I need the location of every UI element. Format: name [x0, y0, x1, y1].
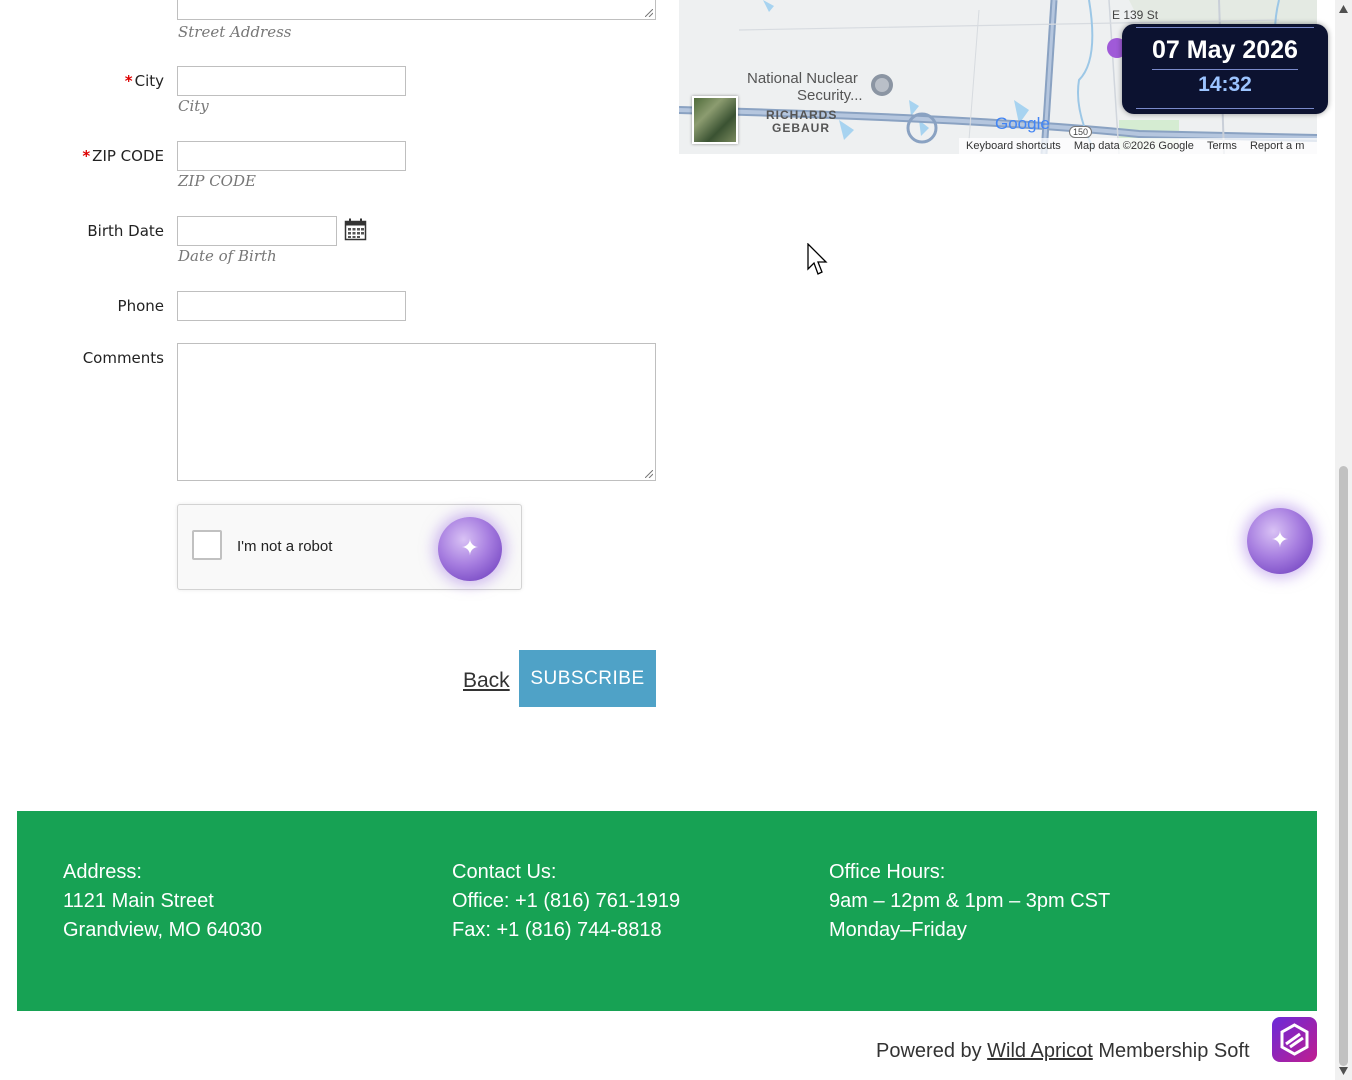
- keyboard-shortcuts-link[interactable]: Keyboard shortcuts: [966, 140, 1061, 152]
- map-place-label: National Nuclear: [747, 70, 858, 87]
- sparkle-icon[interactable]: ✦: [1247, 508, 1313, 574]
- powered-by: Powered by Wild Apricot Membership Soft: [876, 1040, 1250, 1062]
- phone-label: Phone: [117, 297, 164, 315]
- street-address-textarea[interactable]: [177, 0, 656, 20]
- city-label: * City: [124, 72, 164, 90]
- resize-grip-icon: [645, 470, 653, 478]
- calendar-icon[interactable]: [344, 218, 367, 241]
- scroll-down-icon[interactable]: [1338, 1066, 1349, 1076]
- recaptcha-widget: I'm not a robot ✦: [177, 504, 522, 590]
- required-mark: *: [82, 147, 91, 165]
- subscribe-button[interactable]: SUBSCRIBE: [519, 650, 656, 707]
- footer-hours-line: Monday–Friday: [829, 919, 967, 941]
- resize-grip-icon: [645, 9, 653, 17]
- zip-hint: ZIP CODE: [178, 172, 256, 190]
- comments-label: Comments: [82, 349, 164, 367]
- footer-contact-title: Contact Us:: [452, 861, 557, 883]
- google-logo: Google: [995, 114, 1050, 133]
- required-mark: *: [124, 72, 133, 90]
- footer-office-phone[interactable]: Office: +1 (816) 761-1919: [452, 887, 680, 916]
- recaptcha-label: I'm not a robot: [237, 538, 333, 555]
- footer-hours: Office Hours: 9am – 12pm & 1pm – 3pm CST…: [829, 858, 1110, 945]
- birth-date-label: Birth Date: [87, 222, 164, 240]
- mouse-cursor-icon: [807, 243, 828, 275]
- comments-textarea[interactable]: [177, 343, 656, 481]
- city-input[interactable]: [177, 66, 406, 96]
- footer-address-title: Address:: [63, 861, 142, 883]
- satellite-toggle[interactable]: [692, 96, 738, 144]
- footer-address: Address: 1121 Main Street Grandview, MO …: [63, 858, 262, 945]
- map-route-label: 150: [1069, 126, 1093, 138]
- footer-hours-title: Office Hours:: [829, 861, 946, 883]
- birth-date-input[interactable]: [177, 216, 337, 246]
- vertical-scrollbar[interactable]: [1335, 0, 1352, 1080]
- map-place-label: GEBAUR: [772, 121, 831, 135]
- scrollbar-thumb[interactable]: [1339, 466, 1348, 1066]
- terms-link[interactable]: Terms: [1207, 140, 1237, 152]
- report-link[interactable]: Report a m: [1250, 140, 1304, 152]
- map-place-label: Security...: [797, 87, 863, 104]
- birth-date-hint: Date of Birth: [178, 247, 277, 265]
- back-link[interactable]: Back: [463, 669, 510, 693]
- footer-contact: Contact Us: Office: +1 (816) 761-1919 Fa…: [452, 858, 680, 945]
- map-data-text: Map data ©2026 Google: [1073, 140, 1194, 152]
- zip-label: * ZIP CODE: [82, 147, 164, 165]
- phone-input[interactable]: [177, 291, 406, 321]
- site-footer: Address: 1121 Main Street Grandview, MO …: [17, 811, 1317, 1011]
- footer-fax: Fax: +1 (816) 744-8818: [452, 919, 662, 941]
- wild-apricot-logo-icon[interactable]: [1272, 1017, 1317, 1062]
- datetime-widget: 07 May 2026 14:32: [1122, 24, 1328, 114]
- footer-hours-line: 9am – 12pm & 1pm – 3pm CST: [829, 890, 1111, 912]
- zip-input[interactable]: [177, 141, 406, 171]
- footer-address-line: 1121 Main Street: [63, 890, 214, 912]
- footer-address-line: Grandview, MO 64030: [63, 919, 262, 941]
- map-place-label: RICHARDS: [766, 108, 838, 122]
- recaptcha-checkbox[interactable]: [192, 530, 222, 560]
- wild-apricot-link[interactable]: Wild Apricot: [987, 1040, 1093, 1062]
- street-address-hint: Street Address: [178, 23, 292, 41]
- city-hint: City: [178, 97, 209, 115]
- map-street-label: E 139 St: [1112, 8, 1159, 22]
- map-attribution: Keyboard shortcuts Map data ©2026 Google…: [959, 138, 1317, 154]
- sparkle-icon[interactable]: ✦: [438, 517, 502, 581]
- datetime-time: 14:32: [1198, 73, 1252, 96]
- datetime-date: 07 May 2026: [1152, 36, 1298, 64]
- scroll-up-icon[interactable]: [1338, 4, 1349, 14]
